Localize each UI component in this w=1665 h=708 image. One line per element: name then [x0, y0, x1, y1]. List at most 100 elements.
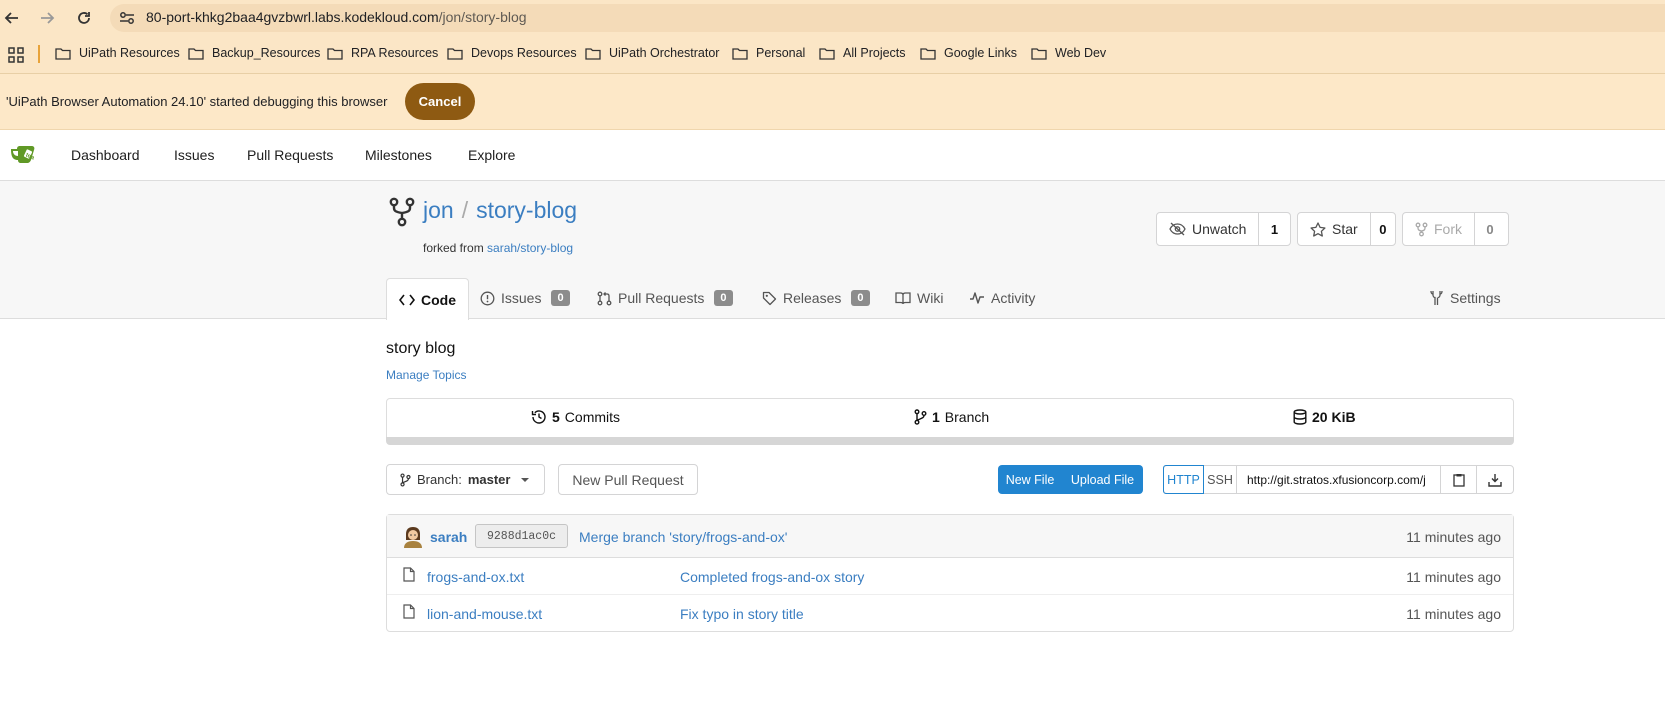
- site-info-icon[interactable]: [118, 9, 136, 27]
- reload-icon[interactable]: [72, 6, 96, 30]
- star-icon: [1310, 221, 1326, 237]
- file-commit-message[interactable]: Fix typo in story title: [680, 606, 804, 622]
- nav-issues[interactable]: Issues: [174, 147, 214, 163]
- file-commit-message[interactable]: Completed frogs-and-ox story: [680, 569, 864, 585]
- cancel-button[interactable]: Cancel: [405, 83, 475, 120]
- tab-wiki[interactable]: Wiki: [895, 277, 943, 319]
- new-pull-request-button[interactable]: New Pull Request: [558, 464, 698, 495]
- repo-owner-link[interactable]: jon: [423, 197, 454, 223]
- folder-icon: [188, 47, 204, 60]
- bookmark-folder[interactable]: All Projects: [819, 46, 906, 60]
- avatar[interactable]: [403, 526, 423, 548]
- tab-pull-requests[interactable]: Pull Requests 0: [597, 277, 733, 319]
- http-clone-button[interactable]: HTTP: [1163, 465, 1204, 494]
- bookmark-label: UiPath Resources: [79, 46, 180, 60]
- bookmark-folder[interactable]: UiPath Orchestrator: [585, 46, 719, 60]
- bookmark-folder[interactable]: Backup_Resources: [188, 46, 320, 60]
- tab-activity[interactable]: Activity: [969, 277, 1035, 319]
- tab-settings[interactable]: Settings: [1430, 277, 1501, 319]
- bookmark-folder[interactable]: Web Dev: [1031, 46, 1106, 60]
- star-count[interactable]: 0: [1371, 213, 1395, 245]
- tab-pull-requests-label: Pull Requests: [618, 290, 705, 306]
- nav-milestones[interactable]: Milestones: [365, 147, 432, 163]
- star-group: Star 0: [1297, 212, 1396, 246]
- branch-icon: [400, 472, 411, 487]
- bookmark-label: UiPath Orchestrator: [609, 46, 720, 60]
- file-list: sarah 9288d1ac0c Merge branch 'story/fro…: [386, 514, 1514, 632]
- forked-from: forked from sarah/story-blog: [423, 241, 573, 255]
- repo-name-link[interactable]: story-blog: [476, 197, 577, 223]
- commit-sha[interactable]: 9288d1ac0c: [475, 524, 568, 548]
- bookmark-folder[interactable]: Devops Resources: [447, 46, 577, 60]
- url-text[interactable]: 80-port-khkg2baa4gvzbwrl.labs.kodekloud.…: [146, 9, 527, 25]
- repo-stats: 5 Commits 1 Branch 20 KiB: [386, 398, 1514, 438]
- new-file-button[interactable]: New File: [998, 465, 1062, 494]
- branches-stat[interactable]: 1 Branch: [914, 409, 989, 425]
- bookmark-folder[interactable]: UiPath Resources: [55, 46, 180, 60]
- folder-icon: [1031, 47, 1047, 60]
- bookmark-folder[interactable]: Google Links: [920, 46, 1017, 60]
- manage-topics-link[interactable]: Manage Topics: [386, 368, 467, 382]
- code-icon: [399, 294, 415, 305]
- branch-count: 1: [932, 409, 940, 425]
- commit-author[interactable]: sarah: [430, 529, 467, 545]
- gitea-logo-icon[interactable]: tea: [10, 145, 40, 168]
- site-header: tea Dashboard Issues Pull Requests Miles…: [0, 131, 1665, 181]
- bookmark-label: Backup_Resources: [212, 46, 321, 60]
- pulse-icon: [970, 292, 984, 304]
- dropdown-caret-icon: [521, 477, 530, 482]
- tab-releases[interactable]: Releases 0: [762, 277, 870, 319]
- file-commit-time: 11 minutes ago: [1406, 606, 1501, 622]
- branch-dropdown[interactable]: Branch: master: [386, 464, 545, 495]
- star-label: Star: [1332, 221, 1358, 237]
- tab-issues[interactable]: Issues 0: [480, 277, 570, 319]
- debugging-infobar: 'UiPath Browser Automation 24.10' starte…: [0, 74, 1665, 130]
- commit-message[interactable]: Merge branch 'story/frogs-and-ox': [579, 529, 787, 545]
- issue-icon: [480, 291, 495, 305]
- repo-fork-icon: [389, 197, 415, 230]
- ssh-clone-button[interactable]: SSH: [1204, 466, 1237, 493]
- folder-icon: [327, 47, 343, 60]
- bookmark-label: RPA Resources: [351, 46, 439, 60]
- bookmark-folder[interactable]: RPA Resources: [327, 46, 438, 60]
- book-icon: [895, 292, 911, 305]
- nav-dashboard[interactable]: Dashboard: [71, 147, 140, 163]
- releases-count-badge: 0: [851, 290, 870, 306]
- eye-slash-icon: [1169, 222, 1186, 236]
- file-name-link[interactable]: lion-and-mouse.txt: [427, 606, 542, 622]
- bookmark-label: Google Links: [944, 46, 1017, 60]
- back-icon[interactable]: [0, 6, 24, 30]
- nav-pull-requests[interactable]: Pull Requests: [247, 147, 333, 163]
- file-name-link[interactable]: frogs-and-ox.txt: [427, 569, 524, 585]
- commits-stat[interactable]: 5 Commits: [531, 409, 620, 425]
- pulls-count-badge: 0: [714, 290, 733, 306]
- apps-grid-icon[interactable]: [8, 47, 24, 66]
- file-icon: [403, 604, 415, 619]
- browser-toolbar: 80-port-khkg2baa4gvzbwrl.labs.kodekloud.…: [0, 0, 1665, 36]
- bookmark-folder[interactable]: Personal: [732, 46, 805, 60]
- history-icon: [531, 410, 546, 424]
- download-button[interactable]: [1477, 466, 1513, 493]
- pull-request-icon: [597, 291, 612, 305]
- clone-url-input[interactable]: http://git.stratos.xfusioncorp.com/j: [1237, 466, 1441, 493]
- unwatch-button[interactable]: Unwatch: [1157, 213, 1260, 245]
- forked-source-link[interactable]: sarah/story-blog: [487, 241, 573, 255]
- fork-button[interactable]: Fork: [1403, 213, 1475, 245]
- upload-file-button[interactable]: Upload File: [1062, 465, 1143, 494]
- watch-count[interactable]: 1: [1259, 213, 1289, 245]
- copy-url-button[interactable]: [1441, 466, 1477, 493]
- fork-group: Fork 0: [1402, 212, 1509, 246]
- nav-explore[interactable]: Explore: [468, 147, 515, 163]
- language-stats-bar[interactable]: [386, 437, 1514, 445]
- repo-size: 20 KiB: [1312, 409, 1356, 425]
- star-button[interactable]: Star: [1298, 213, 1371, 245]
- commit-time: 11 minutes ago: [1406, 529, 1501, 545]
- issues-count-badge: 0: [551, 290, 570, 306]
- forward-icon[interactable]: [35, 6, 59, 30]
- latest-commit-row: sarah 9288d1ac0c Merge branch 'story/fro…: [387, 515, 1513, 558]
- infobar-message: 'UiPath Browser Automation 24.10' starte…: [6, 94, 388, 109]
- file-actions: New File Upload File: [998, 465, 1143, 494]
- bookmark-separator: [38, 45, 40, 63]
- fork-count[interactable]: 0: [1475, 213, 1505, 245]
- tab-code[interactable]: Code: [386, 278, 469, 320]
